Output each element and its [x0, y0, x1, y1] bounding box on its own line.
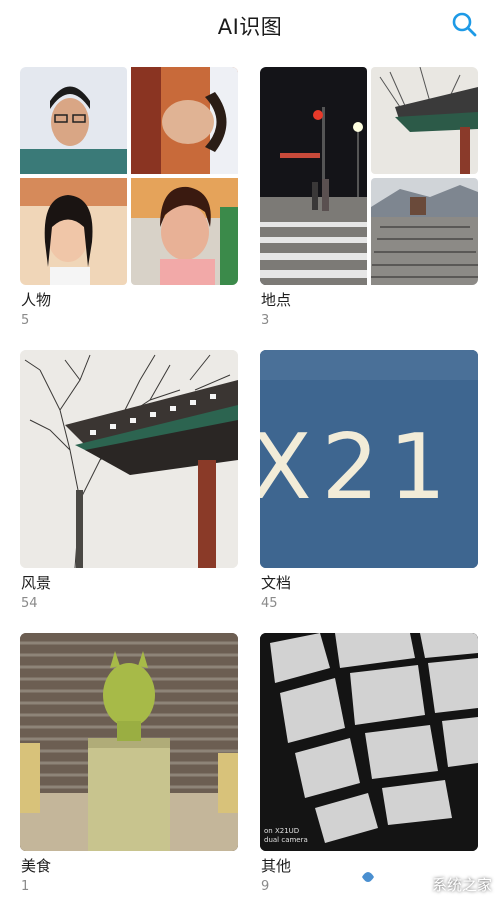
- watermark-text: 系统之家: [431, 876, 492, 894]
- doc-text: X21: [260, 415, 456, 520]
- food-thumbnail: [20, 633, 238, 851]
- category-label: 风景: [21, 574, 52, 592]
- search-icon[interactable]: [450, 10, 478, 38]
- category-label: 其他: [261, 857, 292, 875]
- svg-text:on X21UD: on X21UD: [264, 827, 299, 835]
- category-count: 1: [21, 879, 30, 894]
- category-label: 地点: [261, 291, 292, 309]
- app-header: AI识图: [0, 0, 500, 52]
- category-count: 9: [261, 879, 270, 894]
- category-count: 45: [261, 596, 278, 611]
- other-thumbnail: on X21UD dual camera: [260, 633, 478, 851]
- people-collage-thumbnail: [20, 67, 238, 285]
- scenery-thumbnail: [20, 350, 238, 568]
- watermark-logo-icon: [354, 863, 382, 891]
- category-count: 54: [21, 596, 38, 611]
- page-title: AI识图: [217, 15, 283, 39]
- category-label: 人物: [21, 291, 52, 309]
- category-label: 美食: [21, 857, 52, 875]
- category-label: 文档: [261, 574, 292, 592]
- documents-thumbnail: X21: [260, 350, 478, 568]
- svg-text:dual camera: dual camera: [264, 836, 308, 844]
- category-count: 3: [261, 313, 270, 328]
- category-count: 5: [21, 313, 30, 328]
- places-collage-thumbnail: [260, 67, 478, 285]
